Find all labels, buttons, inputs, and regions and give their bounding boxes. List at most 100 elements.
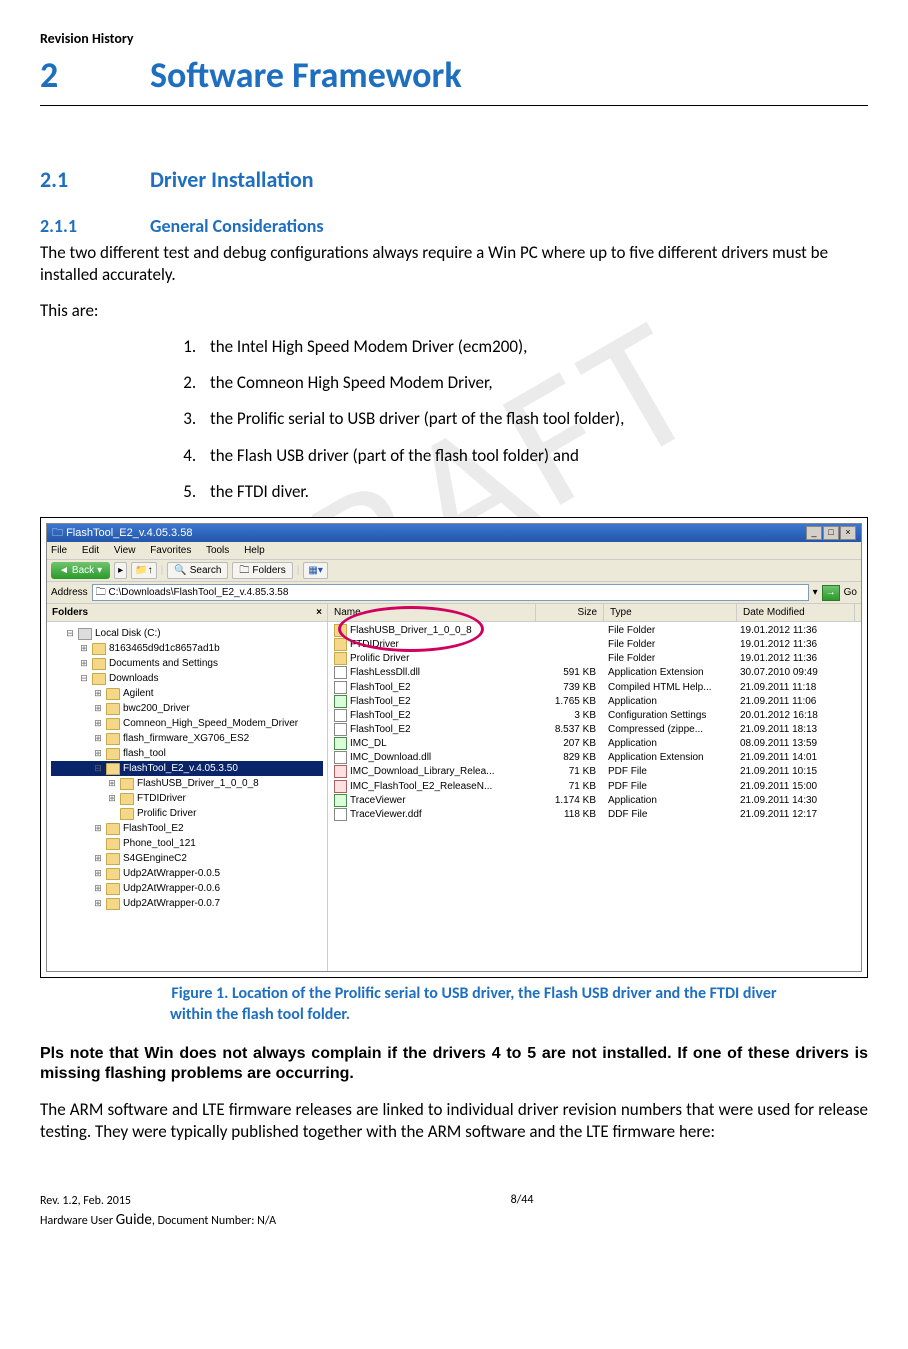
tree-item[interactable]: ⊟Downloads <box>51 671 323 686</box>
column-name[interactable]: Name <box>328 604 536 621</box>
folder-icon <box>106 853 120 865</box>
menu-item[interactable]: Help <box>244 545 265 556</box>
window-title: 🗀 FlashTool_E2_v.4.05.3.58 <box>52 526 192 540</box>
menu-item[interactable]: Favorites <box>150 545 191 556</box>
folder-tree[interactable]: ⊟Local Disk (C:)⊞8163465d9d1c8657ad1b⊞Do… <box>47 622 327 971</box>
folder-icon <box>334 652 347 665</box>
file-row[interactable]: FlashTool_E21.765 KBApplication21.09.201… <box>328 695 861 709</box>
go-button[interactable]: → <box>822 585 840 601</box>
footer-revision: Rev. 1.2, Feb. 2015 <box>40 1193 276 1210</box>
tree-item[interactable]: ⊞FlashTool_E2 <box>51 821 323 836</box>
tree-item[interactable]: ⊟Local Disk (C:) <box>51 626 323 641</box>
folders-pane-close[interactable]: × <box>316 606 322 619</box>
address-input[interactable]: 🗀 C:\Downloads\FlashTool_E2_v.4.85.3.58 <box>92 584 809 601</box>
tree-item[interactable]: ⊞Documents and Settings <box>51 656 323 671</box>
tree-item[interactable]: ⊞Udp2AtWrapper-0.0.7 <box>51 896 323 911</box>
h2-number: 2.1 <box>40 166 150 195</box>
folder-icon <box>106 838 120 850</box>
forward-button[interactable]: ▸ <box>114 562 127 579</box>
window-titlebar[interactable]: 🗀 FlashTool_E2_v.4.05.3.58 _ □ × <box>47 524 861 542</box>
file-row[interactable]: TraceViewer.ddf118 KBDDF File21.09.2011 … <box>328 808 861 822</box>
tree-item[interactable]: Phone_tool_121 <box>51 836 323 851</box>
footer-guide: Hardware User Guide, Document Number: N/… <box>40 1210 276 1231</box>
file-row[interactable]: IMC_FlashTool_E2_ReleaseN...71 KBPDF Fil… <box>328 780 861 794</box>
explorer-window: 🗀 FlashTool_E2_v.4.05.3.58 _ □ × File Ed… <box>46 523 862 972</box>
folder-icon <box>106 868 120 880</box>
folder-icon <box>106 823 120 835</box>
h3-title: General Considerations <box>150 215 324 237</box>
file-row[interactable]: FlashLessDll.dll591 KBApplication Extens… <box>328 666 861 680</box>
folder-icon <box>334 638 347 651</box>
tree-item[interactable]: ⊞bwc200_Driver <box>51 701 323 716</box>
column-size[interactable]: Size <box>536 604 604 621</box>
tree-item[interactable]: ⊞FlashUSB_Driver_1_0_0_8 <box>51 776 323 791</box>
pdf-icon <box>334 765 347 778</box>
heading-1: 2Software Framework <box>40 52 868 106</box>
file-row[interactable]: Prolific DriverFile Folder19.01.2012 11:… <box>328 652 861 666</box>
tree-item[interactable]: ⊟FlashTool_E2_v.4.05.3.50 <box>51 761 323 776</box>
minimize-button[interactable]: _ <box>806 526 822 540</box>
app-icon <box>334 794 347 807</box>
file-row[interactable]: FlashUSB_Driver_1_0_0_8File Folder19.01.… <box>328 624 861 638</box>
file-row[interactable]: FlashTool_E28.537 KBCompressed (zippe...… <box>328 723 861 737</box>
files-columns-header[interactable]: Name Size Type Date Modified <box>328 604 861 622</box>
tree-item[interactable]: Prolific Driver <box>51 806 323 821</box>
folder-icon <box>92 658 106 670</box>
tree-item[interactable]: ⊞Agilent <box>51 686 323 701</box>
file-row[interactable]: TraceViewer1.174 KBApplication21.09.2011… <box>328 794 861 808</box>
folder-icon <box>92 673 106 685</box>
close-button[interactable]: × <box>840 526 856 540</box>
tree-item[interactable]: ⊞8163465d9d1c8657ad1b <box>51 641 323 656</box>
tree-item[interactable]: ⊞flash_tool <box>51 746 323 761</box>
menu-item[interactable]: Edit <box>82 545 99 556</box>
search-button[interactable]: 🔍 Search <box>167 562 228 579</box>
list-item: the Prolific serial to USB driver (part … <box>200 408 868 430</box>
disk-icon <box>78 628 92 640</box>
list-item: the FTDI diver. <box>200 481 868 503</box>
menu-bar[interactable]: File Edit View Favorites Tools Help <box>47 542 861 560</box>
menu-item[interactable]: Tools <box>206 545 229 556</box>
h3-number: 2.1.1 <box>40 215 150 238</box>
list-item: the Intel High Speed Modem Driver (ecm20… <box>200 336 868 358</box>
back-button[interactable]: ◄ Back ▾ <box>51 562 110 579</box>
folder-icon <box>106 763 120 775</box>
address-label: Address <box>51 586 88 599</box>
tree-item[interactable]: ⊞Udp2AtWrapper-0.0.6 <box>51 881 323 896</box>
tree-item[interactable]: ⊞S4GEngineC2 <box>51 851 323 866</box>
pdf-icon <box>334 780 347 793</box>
folders-button[interactable]: 🗀 Folders <box>232 562 292 579</box>
column-type[interactable]: Type <box>604 604 737 621</box>
figure-1: 🗀 FlashTool_E2_v.4.05.3.58 _ □ × File Ed… <box>40 517 868 978</box>
driver-list: the Intel High Speed Modem Driver (ecm20… <box>40 336 868 502</box>
tree-item[interactable]: ⊞Comneon_High_Speed_Modem_Driver <box>51 716 323 731</box>
file-row[interactable]: IMC_Download_Library_Relea...71 KBPDF Fi… <box>328 765 861 779</box>
files-pane: Name Size Type Date Modified FlashUSB_Dr… <box>328 604 861 971</box>
folders-header-label: Folders <box>52 606 88 619</box>
folder-icon <box>106 898 120 910</box>
menu-item[interactable]: View <box>114 545 136 556</box>
generic-icon <box>334 666 347 679</box>
paragraph: This are: <box>40 300 868 322</box>
tree-item[interactable]: ⊞FTDIDriver <box>51 791 323 806</box>
app-icon <box>334 695 347 708</box>
views-button[interactable]: ▦▾ <box>303 562 327 579</box>
generic-icon <box>334 723 347 736</box>
paragraph: The two different test and debug configu… <box>40 242 868 286</box>
heading-2: 2.1Driver Installation <box>40 166 868 195</box>
folder-icon <box>106 883 120 895</box>
menu-item[interactable]: File <box>51 545 67 556</box>
file-row[interactable]: IMC_Download.dll829 KBApplication Extens… <box>328 751 861 765</box>
column-date[interactable]: Date Modified <box>737 604 855 621</box>
address-dropdown[interactable]: ▾ <box>813 586 818 599</box>
file-row[interactable]: IMC_DL207 KBApplication08.09.2011 13:59 <box>328 737 861 751</box>
tree-item[interactable]: ⊞Udp2AtWrapper-0.0.5 <box>51 866 323 881</box>
maximize-button[interactable]: □ <box>823 526 839 540</box>
file-row[interactable]: FTDIDriverFile Folder19.01.2012 11:36 <box>328 638 861 652</box>
files-list[interactable]: FlashUSB_Driver_1_0_0_8File Folder19.01.… <box>328 622 861 862</box>
file-row[interactable]: FlashTool_E23 KBConfiguration Settings20… <box>328 709 861 723</box>
file-row[interactable]: FlashTool_E2739 KBCompiled HTML Help...2… <box>328 681 861 695</box>
up-button[interactable]: 📁↑ <box>131 562 156 579</box>
folder-icon <box>106 688 120 700</box>
folder-icon <box>120 808 134 820</box>
tree-item[interactable]: ⊞flash_firmware_XG706_ES2 <box>51 731 323 746</box>
